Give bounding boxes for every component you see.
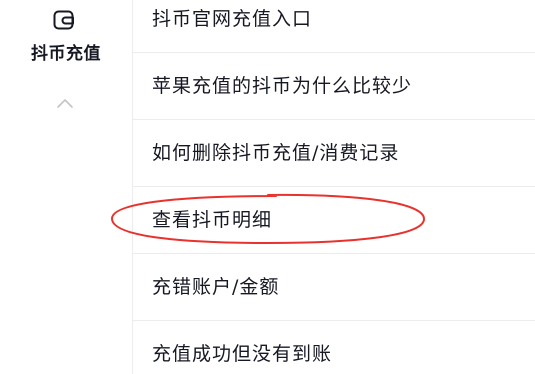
category-label[interactable]: 抖币充值 [0, 42, 132, 66]
list-item[interactable]: 苹果充值的抖币为什么比较少 [133, 53, 535, 120]
list-item-label: 查看抖币明细 [152, 209, 273, 231]
list-item-label: 苹果充值的抖币为什么比较少 [152, 75, 413, 97]
help-center-page: 抖币充值 抖币官网充值入口 苹果充值的抖币为什么比较少 如何删除抖币充值/消费记… [0, 0, 535, 374]
chevron-up-icon[interactable] [56, 97, 74, 109]
help-topic-list: 抖币官网充值入口 苹果充值的抖币为什么比较少 如何删除抖币充值/消费记录 查看抖… [133, 0, 535, 374]
list-item[interactable]: 充错账户/金额 [133, 254, 535, 321]
list-item[interactable]: 充值成功但没有到账 [133, 321, 535, 374]
list-item-label: 充值成功但没有到账 [152, 343, 333, 365]
list-item-label: 抖币官网充值入口 [152, 8, 313, 30]
category-sidebar: 抖币充值 [0, 0, 133, 374]
list-item[interactable]: 如何删除抖币充值/消费记录 [133, 120, 535, 187]
list-item-label: 如何删除抖币充值/消费记录 [152, 142, 400, 164]
list-item[interactable]: 抖币官网充值入口 [133, 0, 535, 53]
list-item-highlighted[interactable]: 查看抖币明细 [133, 187, 535, 254]
list-item-label: 充错账户/金额 [152, 276, 280, 298]
wallet-icon [53, 10, 74, 30]
